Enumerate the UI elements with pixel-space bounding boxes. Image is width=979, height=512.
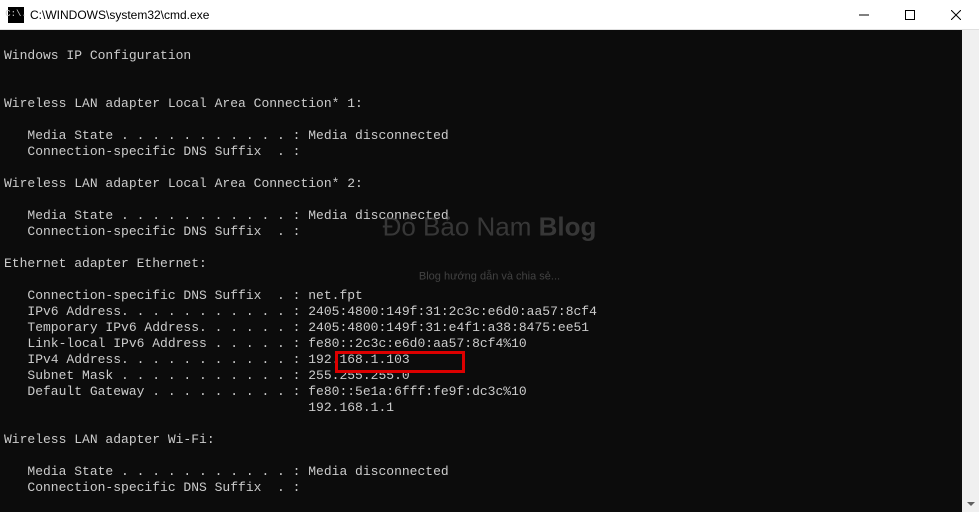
cmd-window: C:\. C:\WINDOWS\system32\cmd.exe Windows… xyxy=(0,0,979,512)
window-controls xyxy=(841,0,979,29)
adapter-name: Wireless LAN adapter Local Area Connecti… xyxy=(4,176,363,191)
adapter-name: Wireless LAN adapter Wi-Fi: xyxy=(4,432,215,447)
maximize-button[interactable] xyxy=(887,0,933,29)
window-title: C:\WINDOWS\system32\cmd.exe xyxy=(30,8,841,22)
scroll-down-arrow-icon[interactable] xyxy=(962,495,979,512)
watermark: Đỗ Bảo Nam Blog Blog hướng dẫn và chia s… xyxy=(383,187,597,317)
ipconfig-header: Windows IP Configuration xyxy=(4,48,191,63)
output-line: IPv6 Address. . . . . . . . . . . : 2405… xyxy=(4,304,597,319)
titlebar[interactable]: C:\. C:\WINDOWS\system32\cmd.exe xyxy=(0,0,979,30)
output-line: Media State . . . . . . . . . . . : Medi… xyxy=(4,464,449,479)
watermark-subtitle: Blog hướng dẫn và chia sẻ... xyxy=(383,269,597,285)
close-button[interactable] xyxy=(933,0,979,29)
adapter-name: Wireless LAN adapter Local Area Connecti… xyxy=(4,96,363,111)
output-line: Connection-specific DNS Suffix . : net.f… xyxy=(4,288,363,303)
output-line: Media State . . . . . . . . . . . : Medi… xyxy=(4,208,449,223)
output-line: Link-local IPv6 Address . . . . . : fe80… xyxy=(4,336,527,351)
output-line: Connection-specific DNS Suffix . : xyxy=(4,144,300,159)
maximize-icon xyxy=(905,10,915,20)
vertical-scrollbar[interactable] xyxy=(962,30,979,512)
watermark-text-2: Blog xyxy=(539,212,597,242)
close-icon xyxy=(951,10,961,20)
cmd-icon-text: C:\. xyxy=(5,10,27,19)
cmd-icon: C:\. xyxy=(8,7,24,23)
terminal-output[interactable]: Windows IP Configuration Wireless LAN ad… xyxy=(0,30,979,512)
minimize-button[interactable] xyxy=(841,0,887,29)
output-line: IPv4 Address. . . . . . . . . . . : 192.… xyxy=(4,352,410,367)
output-line: Connection-specific DNS Suffix . : xyxy=(4,480,300,495)
output-line: Subnet Mask . . . . . . . . . . . : 255.… xyxy=(4,368,410,383)
minimize-icon xyxy=(859,10,869,20)
output-line: Media State . . . . . . . . . . . : Medi… xyxy=(4,128,449,143)
output-line: 192.168.1.1 xyxy=(4,400,394,415)
adapter-name: Ethernet adapter Ethernet: xyxy=(4,256,207,271)
output-line: Default Gateway . . . . . . . . . : fe80… xyxy=(4,384,527,399)
output-line: Temporary IPv6 Address. . . . . . : 2405… xyxy=(4,320,589,335)
scroll-track[interactable] xyxy=(962,47,979,495)
output-line: Connection-specific DNS Suffix . : xyxy=(4,224,300,239)
